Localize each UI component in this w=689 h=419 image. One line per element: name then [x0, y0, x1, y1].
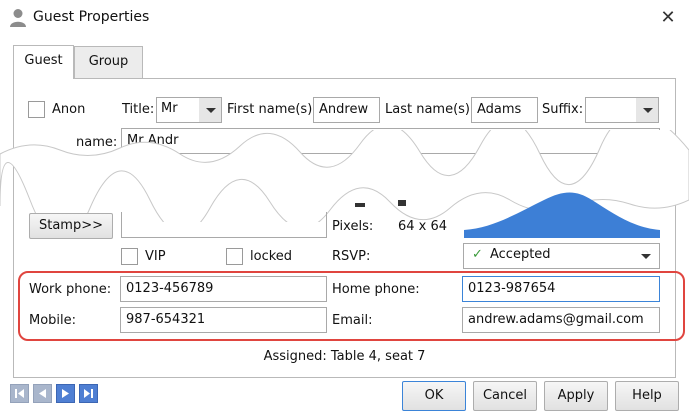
- previous-icon: [39, 389, 46, 398]
- work-phone-label: Work phone:: [29, 282, 112, 297]
- tab-guest[interactable]: Guest: [13, 45, 74, 79]
- mobile-label: Mobile:: [29, 313, 77, 328]
- last-name-label: Last name(s):: [385, 102, 475, 117]
- tab-group[interactable]: Group: [74, 46, 143, 78]
- title-label: Title:: [122, 102, 155, 117]
- image-path-input[interactable]: [121, 212, 327, 238]
- pixels-value: 64 x 64: [398, 219, 448, 234]
- first-record-button[interactable]: [10, 384, 29, 403]
- pixels-label: Pixels:: [332, 219, 374, 234]
- last-name-input[interactable]: Adams: [471, 97, 538, 123]
- help-button[interactable]: Help: [615, 381, 679, 411]
- apply-button[interactable]: Apply: [544, 381, 608, 411]
- assigned-status: Assigned: Table 4, seat 7: [263, 349, 426, 364]
- partial-label-fragment: [355, 203, 365, 207]
- vip-checkbox[interactable]: [121, 248, 138, 265]
- chevron-down-icon: [636, 98, 658, 122]
- rsvp-select-value: Accepted: [490, 247, 551, 262]
- home-phone-label: Home phone:: [332, 282, 420, 297]
- stamp-button[interactable]: Stamp>>: [29, 213, 113, 239]
- vip-label: VIP: [145, 249, 166, 264]
- person-icon: [10, 9, 26, 27]
- close-icon[interactable]: ✕: [658, 8, 678, 28]
- home-phone-input[interactable]: 0123-987654: [462, 276, 660, 302]
- email-input[interactable]: andrew.adams@gmail.com: [462, 307, 660, 333]
- check-icon: ✓: [472, 247, 483, 262]
- locked-label: locked: [250, 249, 293, 264]
- mobile-input[interactable]: 987-654321: [120, 307, 327, 333]
- rsvp-label: RSVP:: [332, 249, 371, 264]
- locked-checkbox[interactable]: [226, 248, 243, 265]
- cancel-button[interactable]: Cancel: [473, 381, 537, 411]
- previous-record-button[interactable]: [33, 384, 52, 403]
- last-record-button[interactable]: [79, 384, 98, 403]
- suffix-label: Suffix:: [542, 102, 584, 117]
- work-phone-input[interactable]: 0123-456789: [120, 276, 327, 302]
- title-select-value: Mr: [161, 101, 178, 116]
- title-bar: Guest Properties ✕: [0, 0, 689, 36]
- guest-image-preview[interactable]: [464, 170, 660, 238]
- suffix-select[interactable]: [585, 97, 659, 123]
- next-record-button[interactable]: [56, 384, 75, 403]
- partial-label-fragment: [398, 200, 406, 206]
- rsvp-select[interactable]: ✓ Accepted: [463, 243, 660, 269]
- ok-button[interactable]: OK: [402, 381, 466, 411]
- chevron-down-icon: [199, 98, 221, 122]
- next-icon: [62, 389, 69, 398]
- first-name-input[interactable]: Andrew: [313, 97, 380, 123]
- chevron-down-icon: [641, 254, 651, 259]
- first-name-label: First name(s):: [227, 102, 317, 117]
- anon-label: Anon: [52, 102, 86, 117]
- skip-last-icon: [84, 389, 93, 398]
- skip-first-icon: [15, 389, 24, 398]
- window-title: Guest Properties: [33, 9, 150, 25]
- anon-checkbox[interactable]: [28, 101, 45, 118]
- title-select[interactable]: Mr: [156, 97, 222, 123]
- email-label: Email:: [332, 313, 373, 328]
